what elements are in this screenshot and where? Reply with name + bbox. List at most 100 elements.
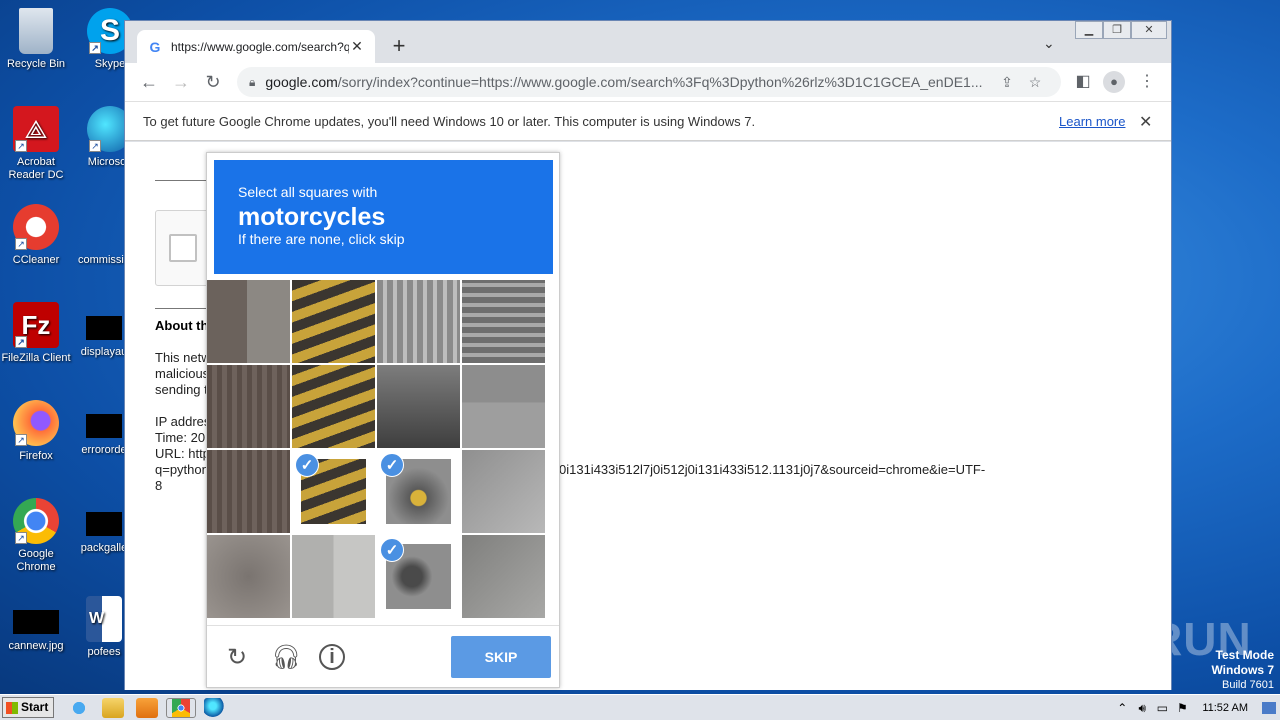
start-button[interactable]: Start [2,697,54,718]
test-mode-text: Test Mode Windows 7 Build 7601 [1211,648,1274,693]
acrobat-icon: ⟁ ↗ [13,106,59,152]
url-query-text: 8 [155,478,163,493]
lock-icon: 🔒︎ [249,74,256,89]
challenge-tile[interactable] [462,450,545,533]
forward-arrow-icon[interactable]: → [165,72,197,93]
bookmark-star-icon[interactable]: ☆ [1021,74,1049,91]
tile-image [462,450,545,533]
back-arrow-icon[interactable]: ← [133,72,165,93]
show-hidden-icons-chevron[interactable]: ⌃ [1112,701,1132,715]
challenge-tile[interactable]: ✓ [377,450,460,533]
close-window-button[interactable]: ✕ [1131,21,1167,39]
chrome-taskbar-icon[interactable] [166,698,196,718]
challenge-tile[interactable] [292,280,375,363]
challenge-header: Select all squares with motorcycles If t… [214,160,553,274]
tile-image [207,535,290,618]
media-player-icon[interactable] [136,698,158,718]
recycle-bin-icon [19,8,53,54]
learn-more-link[interactable]: Learn more [1059,114,1125,129]
icon-label: Google Chrome [16,548,56,573]
reload-challenge-icon[interactable]: ↻ [223,644,251,672]
challenge-tile[interactable] [462,365,545,448]
tile-image [377,280,460,363]
tile-image [292,365,375,448]
action-center-flag-icon[interactable]: ⚑ [1172,701,1192,715]
audio-challenge-icon[interactable]: 🎧︎ [271,644,301,672]
firefox-icon: ↗ [13,400,59,446]
tab-search-chevron-icon[interactable]: ⌄ [1043,35,1055,52]
icon-label: cannew.jpg [8,640,64,652]
challenge-tile[interactable] [292,535,375,618]
challenge-grid: ✓ ✓ ✓ [207,280,547,618]
url-path: /sorry/index?continue=https://www.google… [337,74,983,90]
clock[interactable]: 11:52 AM [1202,702,1248,714]
file-explorer-icon[interactable] [102,698,124,718]
tab-google-search[interactable]: G https://www.google.com/search?q= ✕ [137,30,375,63]
desktop-icon-ccleaner[interactable]: ↗ CCleaner [0,204,72,267]
skip-button[interactable]: SKIP [451,636,551,678]
desktop-icon-filezilla[interactable]: Fz ↗ FileZilla Client [0,302,72,365]
tile-image [292,280,375,363]
test-mode-line: Test Mode [1215,648,1274,662]
desktop-icon-cannew-jpg[interactable]: cannew.jpg [0,596,72,653]
filezilla-icon: Fz ↗ [13,302,59,348]
challenge-tile[interactable] [462,535,545,618]
challenge-tile[interactable] [377,365,460,448]
recaptcha-checkbox[interactable] [169,234,197,262]
challenge-tile[interactable] [292,365,375,448]
challenge-target: motorcycles [238,203,386,231]
edge-taskbar-icon[interactable] [204,698,226,718]
show-desktop-icon[interactable] [1262,702,1276,714]
icon-label: Acrobat Reader DC [8,156,64,181]
file-icon [86,512,122,536]
ip-address-text: IP addres [155,414,211,429]
network-icon[interactable]: ▭ [1152,701,1172,715]
challenge-tile[interactable] [462,280,545,363]
desktop-icon-google-chrome[interactable]: ↗ Google Chrome [0,498,72,574]
close-tab-icon[interactable]: ✕ [349,38,365,55]
profile-avatar-icon[interactable]: ● [1103,71,1125,93]
volume-icon[interactable]: 🔊︎ [1132,701,1152,716]
word-icon: W [86,596,122,642]
taskbar: Start ⌃ 🔊︎ ▭ ⚑ 11:52 AM [0,694,1280,720]
tile-image [207,450,290,533]
windows-version-line: Windows 7 [1211,663,1274,677]
new-tab-button[interactable]: + [387,35,411,57]
url-text: google.com/sorry/index?continue=https://… [265,74,993,90]
challenge-tile[interactable] [207,450,290,533]
info-icon[interactable]: i [319,644,345,670]
challenge-tile[interactable]: ✓ [377,535,460,618]
time-text: Time: 20 [155,430,206,445]
icon-label: commissio [78,254,130,266]
menu-kebab-icon[interactable]: ⋮ [1135,71,1159,91]
share-icon[interactable]: ⇪ [993,74,1021,91]
tile-image [462,535,545,618]
browser-toolbar: ← → ↻ 🔒︎ google.com/sorry/index?continue… [125,63,1171,101]
challenge-tile[interactable] [377,280,460,363]
challenge-tile[interactable] [207,280,290,363]
challenge-tile[interactable] [207,365,290,448]
reload-icon[interactable]: ↻ [197,72,229,93]
desktop-icon-firefox[interactable]: ↗ Firefox [0,400,72,463]
desktop-icon-recycle-bin[interactable]: Recycle Bin [0,8,72,71]
restore-button[interactable]: ❐ [1103,21,1131,39]
tile-image [292,535,375,618]
challenge-tile[interactable]: ✓ [292,450,375,533]
address-bar[interactable]: 🔒︎ google.com/sorry/index?continue=https… [237,67,1061,97]
page-text: This netw [155,350,211,365]
url-label-text: URL: http [155,446,210,461]
file-icon [81,204,127,250]
desktop-icon-acrobat[interactable]: ⟁ ↗ Acrobat Reader DC [0,106,72,182]
icon-label: errororde [81,444,127,456]
minimize-button[interactable]: ▁ [1075,21,1103,39]
close-infobar-icon[interactable]: ✕ [1139,112,1152,132]
internet-explorer-icon[interactable] [68,698,90,718]
chrome-icon: ↗ [13,498,59,544]
update-infobar: To get future Google Chrome updates, you… [125,101,1171,141]
infobar-message: To get future Google Chrome updates, you… [143,114,756,129]
icon-label: CCleaner [12,254,60,266]
challenge-tile[interactable] [207,535,290,618]
side-panel-icon[interactable]: ◧ [1071,71,1095,91]
url-tail-text: 0i131i433i512l7j0i512j0i131i433i512.1131… [559,462,986,477]
icon-label: pofees [87,646,121,658]
